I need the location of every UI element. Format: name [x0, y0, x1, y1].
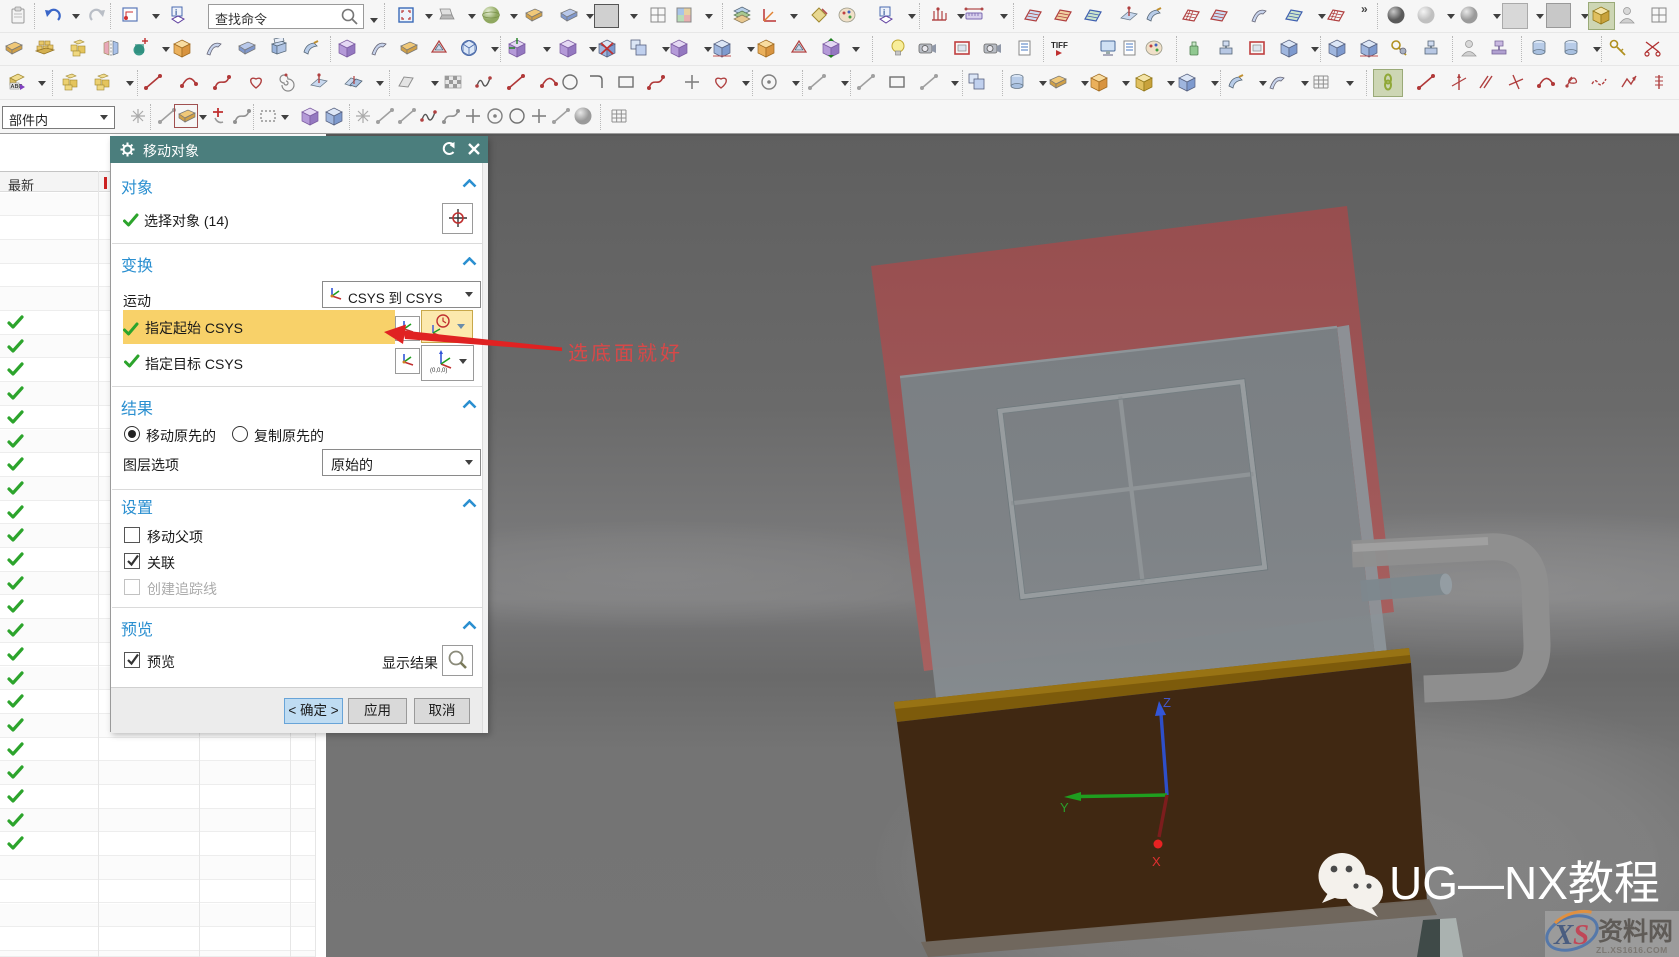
svg-text:选底面就好: 选底面就好 [568, 342, 683, 365]
